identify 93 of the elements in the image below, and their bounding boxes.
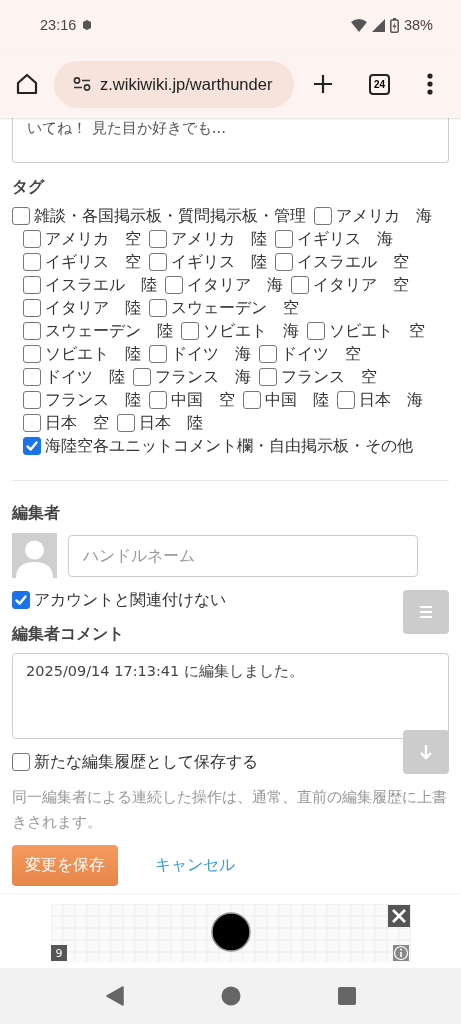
checkbox[interactable] [181,322,199,340]
section-heading: 編集者コメント [12,624,125,645]
address-bar[interactable]: z.wikiwiki.jp/warthunder [54,60,294,108]
ad-counter: 9 [51,945,67,961]
checkbox[interactable] [291,276,309,294]
notification-icon [81,19,94,31]
checkbox[interactable] [12,753,30,771]
checkbox[interactable] [23,253,41,271]
checkbox-label: 中国 空 [171,390,235,410]
down-arrow-icon [419,744,433,760]
checkbox-label: 中国 陸 [265,390,329,410]
checkbox[interactable] [243,391,261,409]
checkbox-label: ドイツ 海 [171,344,251,364]
checkbox[interactable] [23,322,41,340]
checkbox-label: 日本 陸 [139,413,203,433]
checkbox-label: イギリス 海 [297,229,393,249]
checkbox-label: イタリア 海 [187,275,283,295]
back-icon[interactable] [105,986,124,1006]
checkbox-label: 海陸空各ユニットコメント欄・自由掲示板・その他 [45,436,413,456]
more-options-icon[interactable] [427,73,433,95]
checkbox[interactable] [307,322,325,340]
checkbox[interactable] [12,207,30,225]
name-field[interactable]: ハンドルネーム [68,534,418,577]
checkbox[interactable] [23,299,41,317]
checkbox[interactable] [149,230,167,248]
checkbox[interactable] [23,276,41,294]
checkbox-label: アメリカ 空 [45,229,141,249]
checkbox[interactable] [133,368,151,386]
checkbox[interactable] [259,368,277,386]
checkbox-label: 新たな編集履歴として保存する [34,752,258,772]
info-icon[interactable] [393,945,409,961]
checkbox[interactable] [23,230,41,248]
text-area[interactable]: いてね！ 見た目か好きでも... [12,118,449,163]
battery-charging-icon [389,17,399,33]
close-button[interactable] [388,905,410,927]
checkbox-label: 日本 海 [359,390,423,410]
clock-time: 23:16 [40,17,77,33]
text-area-value: いてね！ 見た目か好きでも... [27,119,227,137]
section-heading: 編集者 [12,503,61,524]
url-text: z.wikiwiki.jp/warthunder [100,74,273,94]
checkbox-label: アメリカ 陸 [171,229,267,249]
checkbox-label: フランス 陸 [45,390,141,410]
checkbox-label: ソビエト 海 [203,321,299,341]
checkbox-label: イタリア 陸 [45,298,141,318]
checkbox-label: フランス 海 [155,367,251,387]
checkbox[interactable] [23,345,41,363]
checkbox[interactable] [259,345,277,363]
checkbox-label: ドイツ 空 [281,344,361,364]
checkbox[interactable] [23,437,41,455]
checkbox-label: 日本 空 [45,413,109,433]
checkbox-label: スウェーデン 陸 [45,321,173,341]
checkbox-label: イギリス 空 [45,252,141,272]
checkbox-label: イギリス 陸 [171,252,267,272]
checkbox-label: ドイツ 陸 [45,367,125,387]
battery-level: 38% [403,17,433,33]
checkbox[interactable] [23,368,41,386]
tab-switcher-button[interactable]: 24 [369,73,390,95]
home-button-icon[interactable] [220,986,241,1006]
close-icon [391,908,407,924]
section-heading: タグ [12,177,46,198]
home-icon[interactable] [16,73,38,95]
wifi-icon [350,18,367,32]
checkbox[interactable] [165,276,183,294]
checkbox-label: ソビエト 空 [329,321,425,341]
checkbox-label: フランス 空 [281,367,377,387]
checkbox-label: ソビエト 陸 [45,344,141,364]
tune-icon [73,77,91,91]
recents-icon[interactable] [337,987,356,1005]
signal-icon [371,18,385,32]
checkbox-label: イスラエル 空 [297,252,409,272]
checkbox-label: アメリカ 海 [336,206,432,226]
checkbox[interactable] [23,391,41,409]
checkbox[interactable] [314,207,332,225]
checkbox[interactable] [23,414,41,432]
checkbox[interactable] [12,591,30,609]
checkbox-label: 雑談・各国掲示板・質問掲示板・管理 [34,206,306,226]
plus-icon[interactable] [313,74,333,94]
comment-field[interactable]: 2025/09/14 17:13:41 に編集しました。 [12,653,449,739]
checkbox[interactable] [275,253,293,271]
checkbox-label: スウェーデン 空 [171,298,299,318]
menu-icon [419,605,433,619]
checkbox[interactable] [149,391,167,409]
checkbox[interactable] [149,345,167,363]
checkbox[interactable] [149,253,167,271]
checkbox[interactable] [337,391,355,409]
avatar-icon [12,533,57,578]
checkbox[interactable] [275,230,293,248]
checkbox-label: アカウントと関連付けない [34,590,226,610]
checkbox-label: イタリア 空 [313,275,409,295]
checkbox[interactable] [117,414,135,432]
checkbox[interactable] [149,299,167,317]
checkbox-label: イスラエル 陸 [45,275,157,295]
help-text: 同一編集者による連続した操作は、通常、直前の編集履歴に上書きされます。 [12,788,448,832]
